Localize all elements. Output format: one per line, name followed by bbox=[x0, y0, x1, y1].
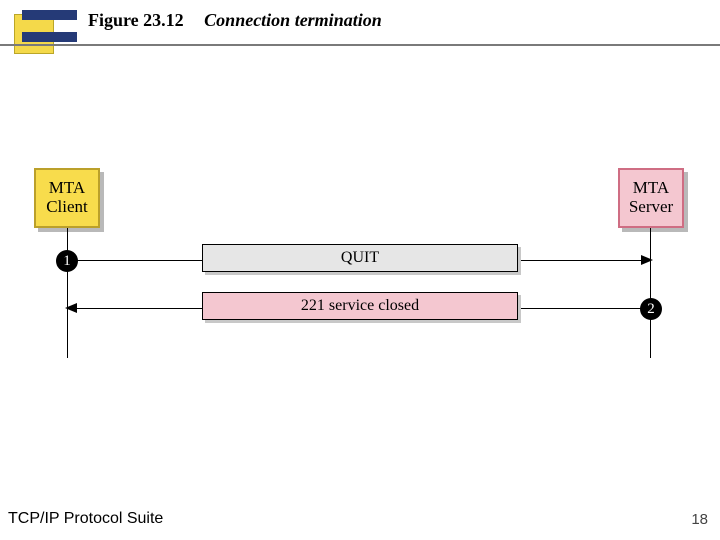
figure-caption: Connection termination bbox=[204, 10, 382, 30]
message-text: 221 service closed bbox=[301, 297, 419, 315]
mta-server-box: MTA Server bbox=[618, 168, 684, 228]
deco-bar-top bbox=[22, 10, 77, 20]
slide-title: Figure 23.12 Connection termination bbox=[88, 10, 382, 31]
server-lifeline bbox=[650, 228, 651, 358]
deco-bar-mid bbox=[22, 32, 77, 42]
step-number: 1 bbox=[63, 253, 71, 270]
step-number: 2 bbox=[647, 301, 655, 318]
client-line2: Client bbox=[46, 198, 88, 217]
message-221: 221 service closed bbox=[202, 292, 518, 320]
footer-text: TCP/IP Protocol Suite bbox=[8, 510, 163, 528]
server-line2: Server bbox=[629, 198, 673, 217]
diagram: MTA Client MTA Server 1 2 QUIT 221 servi… bbox=[34, 168, 684, 348]
message-quit: QUIT bbox=[202, 244, 518, 272]
page-number: 18 bbox=[691, 511, 708, 528]
client-lifeline bbox=[67, 228, 68, 358]
arrow-head-right-icon bbox=[641, 255, 653, 265]
client-line1: MTA bbox=[49, 179, 85, 198]
title-underline bbox=[0, 44, 720, 46]
message-text: QUIT bbox=[341, 249, 379, 267]
server-line1: MTA bbox=[633, 179, 669, 198]
figure-number: Figure 23.12 bbox=[88, 10, 184, 30]
arrow-head-left-icon bbox=[65, 303, 77, 313]
step-badge-2: 2 bbox=[640, 298, 662, 320]
step-badge-1: 1 bbox=[56, 250, 78, 272]
mta-client-box: MTA Client bbox=[34, 168, 100, 228]
